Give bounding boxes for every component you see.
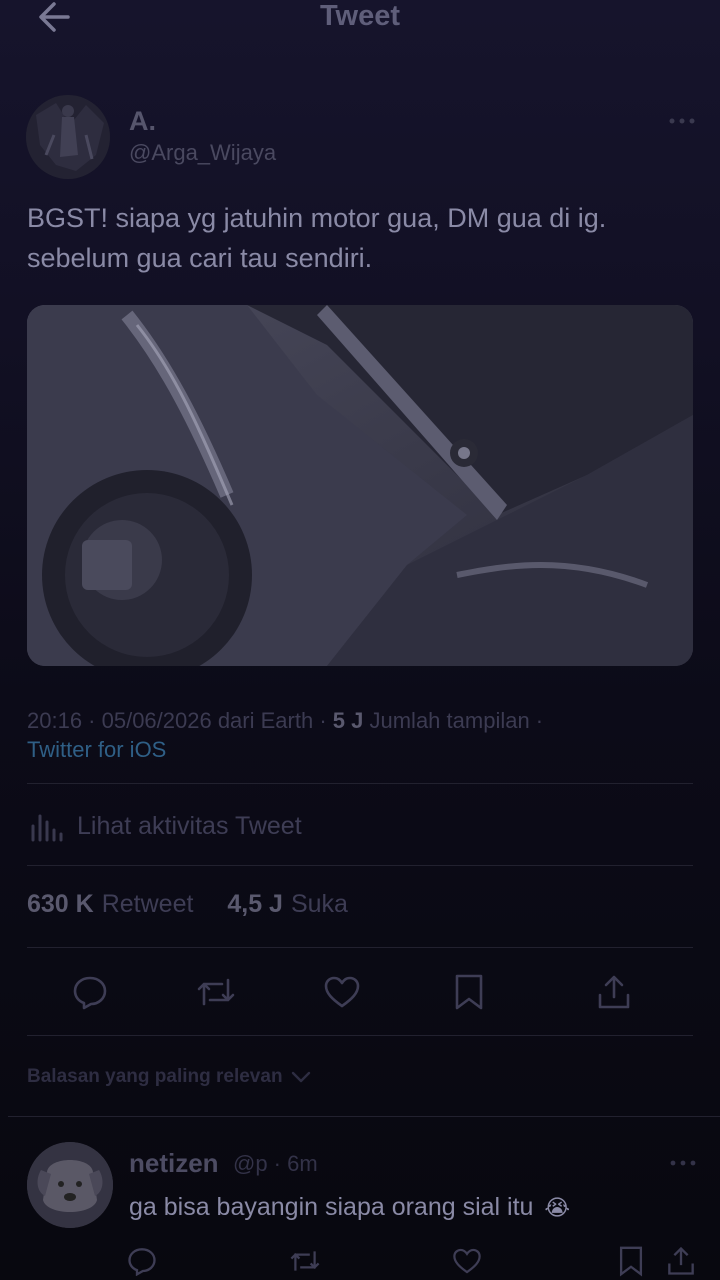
bookmark-button[interactable]: [447, 970, 491, 1014]
more-options-button[interactable]: [666, 108, 698, 134]
divider: [27, 1035, 693, 1036]
views-label: Jumlah tampilan ·: [369, 708, 544, 733]
chevron-down-icon: [291, 1071, 310, 1083]
author-avatar[interactable]: [26, 95, 110, 179]
tweet-text: BGST! siapa yg jatuhin motor gua, DM gua…: [27, 198, 687, 278]
reply-bookmark-button[interactable]: [614, 1244, 648, 1278]
likes-stat[interactable]: 4,5 J Suka: [227, 890, 348, 918]
crying-face-emoji: 😭: [544, 1195, 571, 1220]
likes-label: Suka: [290, 890, 348, 918]
view-activity-button[interactable]: Lihat aktivitas Tweet: [27, 806, 302, 846]
reply-share-button[interactable]: [664, 1244, 698, 1278]
reply-text: ga bisa bayangin siapa orang sial itu 😭: [129, 1193, 570, 1222]
views-count: 5 J: [332, 708, 364, 733]
reply-reply-button[interactable]: [125, 1244, 159, 1278]
share-icon: [668, 1246, 694, 1275]
heart-icon: [324, 976, 360, 1008]
reply-like-button[interactable]: [450, 1244, 484, 1278]
tweet-text-line-2: sebelum gua cari tau sendiri.: [27, 243, 373, 273]
reply-author-meta: @p · 6m: [233, 1151, 318, 1176]
replies-sort-dropdown[interactable]: Balasan yang paling relevan: [27, 1066, 313, 1088]
tweet-media-image[interactable]: [27, 305, 693, 666]
divider: [27, 865, 693, 866]
likes-count: 4,5 J: [227, 890, 283, 918]
analytics-icon: [31, 814, 63, 842]
share-icon: [598, 975, 630, 1009]
retweet-icon: [197, 978, 235, 1006]
bookmark-icon: [619, 1246, 643, 1277]
tweet-meta: 20:16 · 05/06/2026 dari Earth · 5 J Juml…: [27, 706, 697, 764]
divider: [8, 1116, 720, 1117]
retweets-count: 630 K: [27, 890, 94, 918]
replies-sort-label: Balasan yang paling relevan: [27, 1066, 283, 1087]
page-title: Tweet: [319, 0, 401, 32]
reply-button[interactable]: [68, 970, 112, 1014]
retweet-button[interactable]: [194, 970, 238, 1014]
retweet-icon: [290, 1251, 320, 1271]
reply-retweet-button[interactable]: [288, 1244, 322, 1278]
retweets-label: Retweet: [101, 890, 194, 918]
heart-icon: [453, 1248, 481, 1274]
author-handle[interactable]: @Arga_Wijaya: [129, 140, 276, 166]
reply-text-body: ga bisa bayangin siapa orang sial itu: [129, 1193, 534, 1221]
retweets-stat[interactable]: 630 K Retweet: [27, 890, 193, 918]
like-button[interactable]: [320, 970, 364, 1014]
reply-more-options-button[interactable]: [668, 1151, 698, 1175]
reply-avatar[interactable]: [27, 1142, 113, 1228]
divider: [27, 783, 693, 784]
view-activity-label: Lihat aktivitas Tweet: [77, 811, 302, 840]
reply-author-name[interactable]: netizen: [129, 1148, 219, 1179]
author-name[interactable]: A.: [129, 106, 156, 137]
reply-icon: [73, 976, 107, 1010]
tweet-source-link[interactable]: Twitter for iOS: [27, 737, 166, 762]
more-icon: [670, 1160, 696, 1166]
tweet-text-line-1: BGST! siapa yg jatuhin motor gua, DM gua…: [27, 203, 607, 233]
more-icon: [669, 118, 695, 124]
reply-icon: [128, 1248, 156, 1276]
share-button[interactable]: [592, 970, 636, 1014]
bookmark-icon: [455, 974, 483, 1010]
tweet-stats: 630 K Retweet 4,5 J Suka: [27, 890, 348, 919]
divider: [27, 947, 693, 948]
tweet-timestamp: 20:16 · 05/06/2026 dari Earth ·: [27, 708, 327, 733]
